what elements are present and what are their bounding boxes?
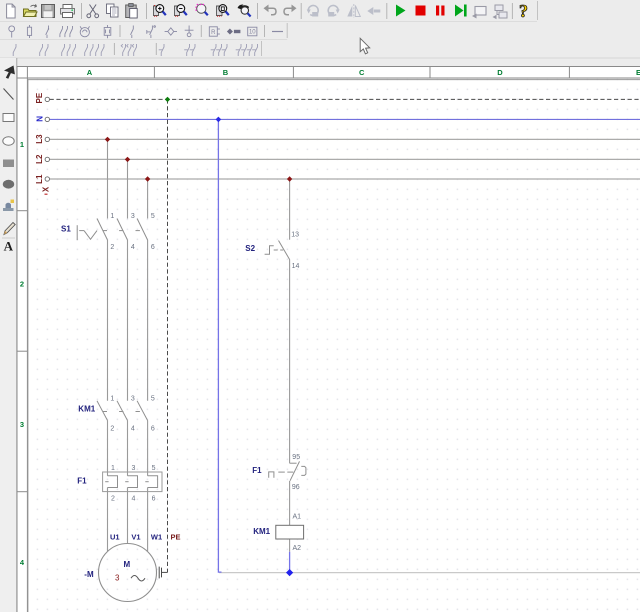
svg-text:2: 2 (111, 495, 115, 502)
svg-text:2: 2 (20, 280, 24, 289)
svg-text:5: 5 (152, 465, 156, 472)
svg-text:L2: L2 (35, 154, 44, 164)
svg-text:3: 3 (20, 420, 24, 429)
svg-text:13: 13 (291, 232, 299, 239)
svg-text:-M: -M (84, 570, 94, 579)
svg-text:B: B (223, 68, 229, 77)
svg-text:PE: PE (171, 533, 181, 542)
svg-text:A: A (87, 68, 93, 77)
svg-text:2: 2 (110, 244, 114, 251)
svg-text:F1: F1 (77, 477, 87, 486)
svg-text:L3: L3 (35, 134, 44, 144)
svg-text:1: 1 (20, 140, 24, 149)
svg-text:A2: A2 (293, 545, 302, 552)
svg-text:3: 3 (132, 465, 136, 472)
svg-text:4: 4 (131, 244, 135, 251)
svg-text:M: M (124, 560, 131, 569)
svg-text:1: 1 (110, 395, 114, 402)
svg-text:96: 96 (292, 484, 300, 491)
svg-text:6: 6 (151, 425, 155, 432)
svg-text:14: 14 (292, 263, 300, 270)
svg-text:F1: F1 (252, 466, 262, 475)
svg-text:PE: PE (35, 92, 44, 103)
svg-text:A: A (4, 239, 14, 254)
svg-text:5: 5 (151, 395, 155, 402)
svg-text:10: 10 (249, 30, 256, 36)
svg-text:E: E (636, 68, 640, 77)
svg-text:R: R (211, 30, 216, 36)
svg-text:95: 95 (292, 454, 300, 461)
svg-text:?: ? (519, 1, 528, 21)
svg-text:6: 6 (152, 495, 156, 502)
svg-text:4: 4 (131, 425, 135, 432)
svg-text:3: 3 (115, 574, 120, 583)
svg-text:C: C (359, 68, 365, 77)
svg-text:KM1: KM1 (253, 527, 270, 536)
svg-text:1: 1 (110, 213, 114, 220)
svg-text:N: N (36, 116, 45, 122)
svg-text:U1: U1 (110, 533, 120, 542)
svg-text:6: 6 (151, 244, 155, 251)
svg-text:S2: S2 (245, 244, 255, 253)
svg-text:4: 4 (132, 495, 136, 502)
svg-text:D: D (497, 68, 503, 77)
svg-text:5: 5 (151, 213, 155, 220)
svg-text:3: 3 (131, 395, 135, 402)
svg-text:X: X (42, 186, 51, 192)
svg-text:S1: S1 (61, 224, 71, 233)
svg-text:A1: A1 (293, 513, 302, 520)
svg-text:1: 1 (111, 465, 115, 472)
svg-text:W1: W1 (151, 533, 162, 542)
svg-text:2: 2 (110, 425, 114, 432)
svg-text:V1: V1 (131, 533, 140, 542)
svg-text:L1: L1 (35, 174, 44, 184)
svg-text:3: 3 (131, 213, 135, 220)
svg-text:KM1: KM1 (78, 405, 95, 414)
